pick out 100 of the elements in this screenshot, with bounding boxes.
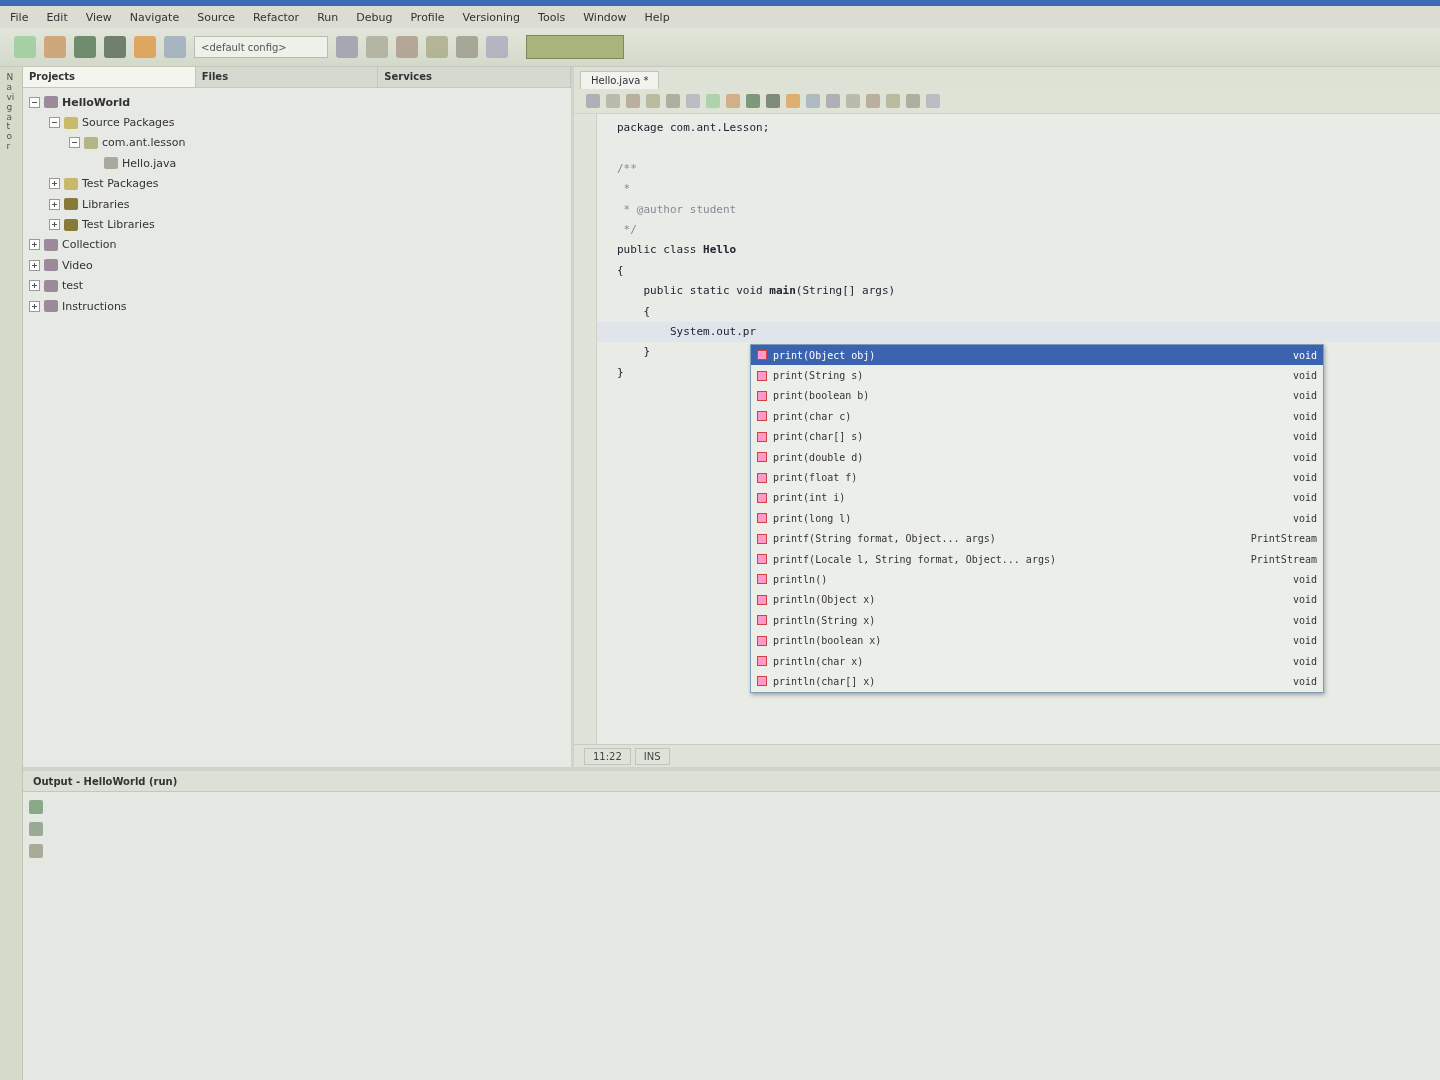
menu-item[interactable]: View	[85, 10, 112, 24]
editor-toolbar-icon[interactable]	[666, 94, 680, 108]
menu-item[interactable]: Debug	[356, 10, 393, 24]
toolbar-icon[interactable]	[366, 36, 388, 58]
tree-item[interactable]: Collection	[62, 238, 117, 252]
toolbar-icon[interactable]	[74, 36, 96, 58]
expand-toggle[interactable]	[29, 300, 40, 312]
toolbar-icon[interactable]	[486, 36, 508, 58]
completion-item[interactable]: printf(String format, Object... args) PrintStream	[751, 528, 1323, 549]
menu-item[interactable]: Edit	[46, 10, 68, 24]
status-cell: INS	[634, 747, 670, 765]
completion-item[interactable]: print(int i) void	[751, 487, 1323, 509]
method-icon	[757, 676, 767, 687]
toolbar-icon[interactable]	[164, 36, 186, 58]
method-icon	[757, 533, 767, 544]
expand-toggle[interactable]	[29, 280, 40, 292]
panel-tab[interactable]: Services	[378, 67, 571, 87]
output-action-icon[interactable]	[29, 800, 43, 814]
toolbar-icon[interactable]	[104, 36, 126, 58]
editor-toolbar-icon[interactable]	[686, 94, 700, 108]
completion-item[interactable]: printf(Locale l, String format, Object... args) PrintStream	[751, 548, 1323, 570]
navigator-tab[interactable]: Navigator	[6, 73, 16, 153]
editor-toolbar-icon[interactable]	[606, 94, 620, 108]
collapse-toggle[interactable]	[49, 117, 60, 129]
output-action-icon[interactable]	[29, 822, 43, 836]
memory-meter[interactable]	[526, 35, 624, 59]
toolbar-icon[interactable]	[134, 36, 156, 58]
menu-item[interactable]: Versioning	[462, 10, 521, 24]
expand-toggle[interactable]	[29, 239, 40, 251]
editor-tab[interactable]: Hello.java *	[580, 71, 660, 89]
editor-toolbar-icon[interactable]	[786, 94, 800, 108]
output-action-icon[interactable]	[29, 844, 43, 858]
menu-item[interactable]: Profile	[410, 10, 445, 24]
completion-item[interactable]: print(char[] s) void	[751, 426, 1323, 447]
panel-tab[interactable]: Projects	[23, 67, 196, 87]
tree-item[interactable]: Video	[62, 258, 93, 272]
expand-toggle[interactable]	[49, 198, 60, 210]
toolbar-icon[interactable]	[14, 36, 36, 58]
collapse-toggle[interactable]	[29, 96, 40, 108]
file-icon	[104, 157, 118, 170]
expand-toggle[interactable]	[49, 178, 60, 190]
editor-toolbar-icon[interactable]	[626, 94, 640, 108]
editor-toolbar-icon[interactable]	[806, 94, 820, 108]
completion-item[interactable]: println(char x) void	[751, 650, 1323, 672]
editor-toolbar-icon[interactable]	[746, 94, 760, 108]
menu-item[interactable]: Run	[317, 10, 339, 24]
completion-item[interactable]: println(String x) void	[751, 610, 1323, 631]
code-line: package com.ant.Lesson;	[617, 120, 770, 136]
editor-toolbar-icon[interactable]	[846, 94, 860, 108]
expand-toggle[interactable]	[29, 259, 40, 271]
completion-item[interactable]: print(String s) void	[751, 365, 1323, 386]
tree-item[interactable]: Test Libraries	[82, 218, 155, 232]
toolbar-icon[interactable]	[336, 36, 358, 58]
project-icon	[44, 279, 58, 292]
editor-toolbar-icon[interactable]	[586, 94, 600, 108]
menu-item[interactable]: Help	[644, 10, 670, 24]
completion-item[interactable]: print(long l) void	[751, 508, 1323, 529]
editor-toolbar-icon[interactable]	[886, 94, 900, 108]
editor-toolbar-icon[interactable]	[866, 94, 880, 108]
editor-toolbar-icon[interactable]	[826, 94, 840, 108]
expand-toggle[interactable]	[49, 219, 60, 231]
collapse-toggle[interactable]	[69, 137, 80, 149]
menu-item[interactable]: Tools	[538, 10, 566, 24]
code-line: public static void main(String[] args)	[642, 283, 896, 300]
completion-item[interactable]: println(Object x) void	[751, 589, 1323, 611]
toolbar-icon[interactable]	[456, 36, 478, 58]
editor-toolbar-icon[interactable]	[646, 94, 660, 108]
completion-item[interactable]: print(float f) void	[751, 467, 1323, 488]
status-cell: 11:22	[584, 747, 631, 765]
panel-tab[interactable]: Files	[195, 67, 379, 87]
editor-toolbar-icon[interactable]	[906, 94, 920, 108]
tree-item[interactable]: Test Packages	[82, 177, 159, 191]
menu-item[interactable]: Navigate	[129, 10, 180, 24]
toolbar-icon[interactable]	[44, 36, 66, 58]
menu-item[interactable]: Window	[583, 10, 627, 24]
tree-item[interactable]: test	[62, 279, 84, 293]
completion-item[interactable]: print(Object obj) void	[751, 345, 1323, 366]
method-icon	[757, 574, 767, 585]
tree-item[interactable]: HelloWorld	[62, 95, 131, 109]
editor-toolbar-icon[interactable]	[726, 94, 740, 108]
menu-item[interactable]: File	[10, 10, 29, 24]
tree-item[interactable]: Libraries	[82, 197, 130, 211]
completion-item[interactable]: print(double d) void	[751, 446, 1323, 468]
config-dropdown[interactable]: <default config>	[194, 36, 328, 58]
tree-item[interactable]: Source Packages	[82, 116, 175, 130]
menu-item[interactable]: Refactor	[252, 10, 300, 24]
tree-item[interactable]: com.ant.lesson	[102, 136, 186, 150]
toolbar-icon[interactable]	[396, 36, 418, 58]
completion-item[interactable]: println() void	[751, 569, 1323, 590]
completion-item[interactable]: print(boolean b) void	[751, 385, 1323, 407]
toolbar-icon[interactable]	[426, 36, 448, 58]
completion-item[interactable]: println(char[] x) void	[751, 671, 1323, 692]
editor-toolbar-icon[interactable]	[926, 94, 940, 108]
menu-item[interactable]: Source	[197, 10, 235, 24]
editor-toolbar-icon[interactable]	[706, 94, 720, 108]
editor-toolbar-icon[interactable]	[766, 94, 780, 108]
tree-item[interactable]: Hello.java	[122, 156, 177, 170]
completion-item[interactable]: println(boolean x) void	[751, 630, 1323, 651]
completion-item[interactable]: print(char c) void	[751, 406, 1323, 427]
tree-item[interactable]: Instructions	[62, 299, 127, 313]
